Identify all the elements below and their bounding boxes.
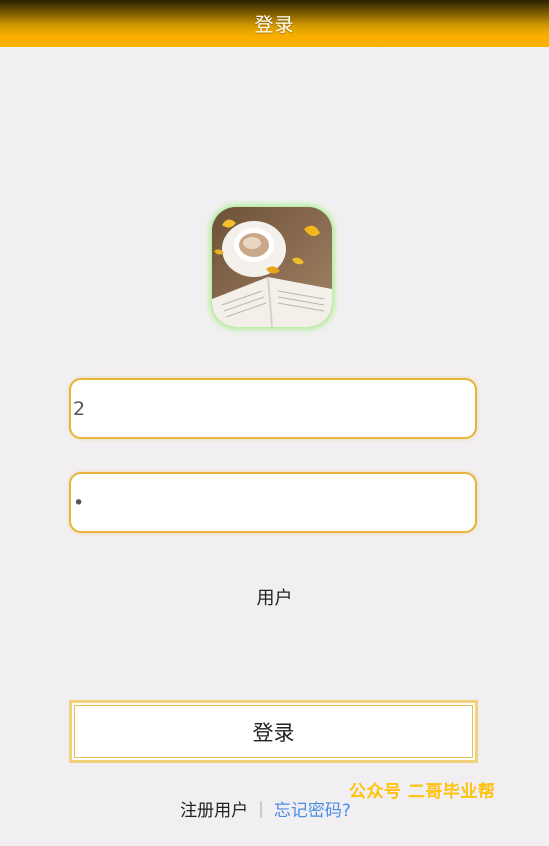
watermark-text: 公众号 二哥毕业帮 bbox=[349, 782, 496, 802]
avatar bbox=[212, 207, 332, 327]
role-label[interactable]: 用户 bbox=[0, 584, 549, 610]
coffee-book-photo-icon bbox=[212, 207, 332, 327]
username-input[interactable] bbox=[71, 380, 475, 437]
link-separator: | bbox=[258, 798, 264, 819]
login-button[interactable]: 登录 bbox=[69, 700, 478, 763]
register-link[interactable]: 注册用户 bbox=[180, 796, 248, 821]
password-input[interactable] bbox=[71, 474, 475, 531]
top-bar: 登录 bbox=[0, 0, 549, 47]
login-page: 登录 2 • 用户 登录 注册用户 | 忘记密码? 公众号 二哥毕业帮 bbox=[0, 0, 549, 846]
password-field[interactable] bbox=[69, 472, 477, 533]
username-field[interactable] bbox=[69, 378, 477, 439]
forgot-password-link[interactable]: 忘记密码? bbox=[274, 796, 351, 821]
page-title: 登录 bbox=[254, 14, 295, 36]
